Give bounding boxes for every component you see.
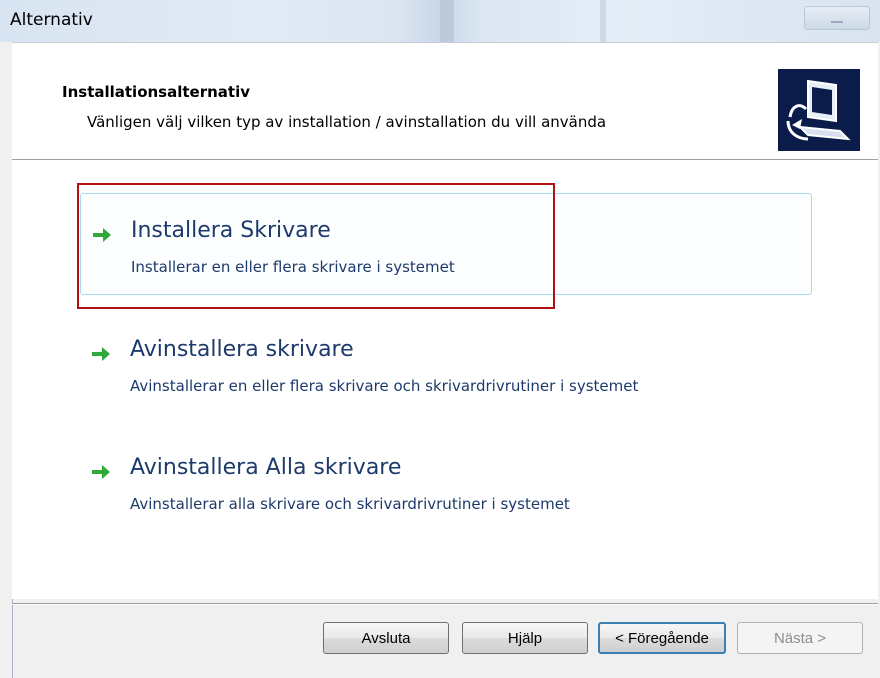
selection-highlight-box xyxy=(77,183,555,309)
close-button[interactable] xyxy=(804,6,870,30)
next-button[interactable]: Nästa > xyxy=(737,622,863,654)
option-uninstall-all-printers[interactable]: Avinstallera Alla skrivare Avinstallerar… xyxy=(80,431,810,531)
header-title: Installationsalternativ xyxy=(62,83,251,101)
computer-setup-icon xyxy=(778,69,860,151)
help-button[interactable]: Hjälp xyxy=(462,622,588,654)
option-description: Avinstallerar alla skrivare och skrivard… xyxy=(130,495,570,513)
footer-divider-highlight xyxy=(12,604,878,605)
option-uninstall-printers[interactable]: Avinstallera skrivare Avinstallerar en e… xyxy=(80,313,810,413)
close-icon xyxy=(831,21,843,23)
title-bar[interactable]: Alternativ xyxy=(0,0,880,42)
title-bar-shade xyxy=(440,0,454,42)
previous-button[interactable]: < Föregående xyxy=(598,622,726,654)
wizard-header: Installationsalternativ Vänligen välj vi… xyxy=(12,42,878,160)
title-bar-shade-2 xyxy=(600,0,606,42)
window-title: Alternativ xyxy=(10,10,93,30)
green-arrow-icon xyxy=(92,465,110,479)
option-description: Avinstallerar en eller flera skrivare oc… xyxy=(130,377,639,395)
option-title: Avinstallera Alla skrivare xyxy=(130,455,402,480)
header-subtitle: Vänligen välj vilken typ av installation… xyxy=(87,113,607,131)
dialog-window: Alternativ Installationsalternativ Vänli… xyxy=(0,0,880,678)
option-title: Avinstallera skrivare xyxy=(130,337,354,362)
exit-button[interactable]: Avsluta xyxy=(323,622,449,654)
green-arrow-icon xyxy=(92,347,110,361)
